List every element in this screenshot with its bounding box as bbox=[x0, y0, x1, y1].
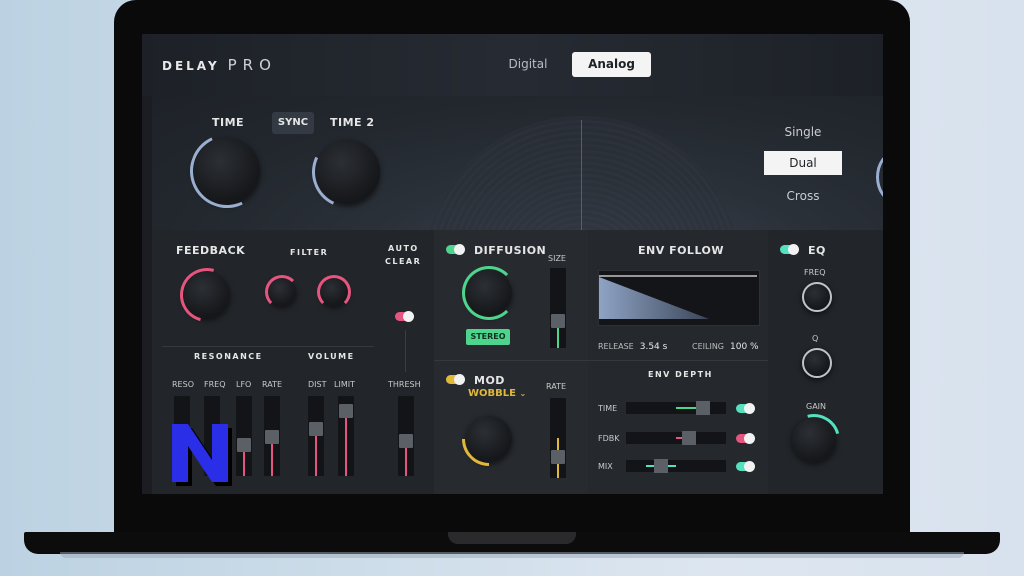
route-dual[interactable]: Dual bbox=[764, 151, 842, 175]
env-follow-title: ENV FOLLOW bbox=[638, 244, 725, 257]
time2-knob-arc bbox=[301, 125, 395, 219]
eq-section: EQ FREQ Q GAIN bbox=[768, 230, 883, 494]
auto-clear-label-1: AUTO bbox=[388, 244, 419, 253]
release-label: RELEASE bbox=[598, 342, 634, 351]
envelope-graph bbox=[598, 270, 760, 326]
auto-clear-connector bbox=[405, 330, 406, 372]
limit-fader[interactable] bbox=[338, 396, 354, 476]
eq-title: EQ bbox=[808, 244, 826, 257]
divider bbox=[588, 360, 768, 361]
sync-button[interactable]: SYNC bbox=[272, 112, 314, 134]
mod-title: MOD bbox=[474, 374, 505, 387]
size-fader[interactable] bbox=[550, 268, 566, 348]
stereo-button[interactable]: STEREO bbox=[466, 329, 510, 345]
fader-label-dist: DIST bbox=[308, 380, 327, 389]
control-panels: FEEDBACK FILTER AUTO CLEAR RESONANCE VOL… bbox=[152, 230, 883, 494]
delay-time-panel: TIME SYNC TIME 2 Single Dual Cross bbox=[152, 96, 883, 436]
fader-label-freq: FREQ bbox=[204, 380, 226, 389]
chevron-down-icon: ⌄ bbox=[519, 389, 527, 398]
eq-gain-label: GAIN bbox=[806, 402, 827, 411]
depth-label-fdbk: FDBK bbox=[598, 434, 620, 443]
mod-knob-arc bbox=[450, 400, 528, 478]
fader-label-reso: RESO bbox=[172, 380, 194, 389]
tab-analog[interactable]: Analog bbox=[572, 52, 651, 77]
depth-fdbk-slider[interactable] bbox=[626, 431, 726, 445]
laptop-shadow bbox=[60, 552, 964, 558]
envelope-curve bbox=[599, 275, 757, 319]
ceiling-value: 100 % bbox=[730, 342, 759, 352]
ceiling-readout[interactable]: CEILING 100 % bbox=[692, 342, 759, 352]
top-bar: DELAY PRO Digital Analog bbox=[142, 34, 883, 96]
fader-label-lfo: LFO bbox=[236, 380, 252, 389]
env-follow-section: ENV FOLLOW RELEASE 3.54 s CEILING 100 % EN… bbox=[588, 230, 768, 494]
depth-label-mix: MIX bbox=[598, 462, 613, 471]
eq-gain-arc bbox=[778, 404, 850, 476]
resonance-label: RESONANCE bbox=[194, 352, 263, 361]
release-readout[interactable]: RELEASE 3.54 s bbox=[598, 342, 667, 352]
ceiling-label: CEILING bbox=[692, 342, 724, 351]
thresh-fader[interactable] bbox=[398, 396, 414, 476]
logo-main: DELAY bbox=[162, 59, 220, 73]
eq-freq-knob[interactable] bbox=[802, 282, 832, 312]
depth-mix-toggle[interactable] bbox=[736, 461, 755, 472]
eq-toggle[interactable] bbox=[780, 244, 799, 255]
output-knob-partial[interactable] bbox=[876, 152, 883, 202]
eq-q-knob[interactable] bbox=[802, 348, 832, 378]
diffusion-title: DIFFUSION bbox=[474, 244, 547, 257]
filter-low-arc bbox=[265, 275, 299, 309]
depth-label-time: TIME bbox=[598, 404, 618, 413]
filter-high-arc bbox=[317, 275, 351, 309]
route-single[interactable]: Single bbox=[764, 120, 842, 144]
depth-time-slider[interactable] bbox=[626, 401, 726, 415]
size-label: SIZE bbox=[548, 254, 566, 263]
feedback-knob-arc bbox=[170, 258, 244, 332]
release-value: 3.54 s bbox=[639, 342, 668, 352]
fader-label-rate: RATE bbox=[262, 380, 283, 389]
route-cross[interactable]: Cross bbox=[764, 184, 842, 208]
diffusion-section: DIFFUSION SIZE STEREO MOD RATE WOBBLE ⌄ bbox=[434, 230, 588, 494]
logo-sub: PRO bbox=[227, 56, 277, 74]
dist-fader[interactable] bbox=[308, 396, 324, 476]
thresh-label: THRESH bbox=[388, 380, 421, 389]
diffusion-toggle[interactable] bbox=[446, 244, 465, 255]
rate-fader[interactable] bbox=[264, 396, 280, 476]
divider bbox=[434, 360, 588, 361]
rate-label: RATE bbox=[546, 382, 567, 391]
depth-mix-slider[interactable] bbox=[626, 459, 726, 473]
app-logo: DELAY PRO bbox=[162, 56, 277, 74]
eq-freq-label: FREQ bbox=[804, 268, 826, 277]
mod-shape-dropdown[interactable]: WOBBLE ⌄ bbox=[468, 388, 526, 399]
diffusion-knob-arc bbox=[462, 266, 516, 320]
mod-shape-value: WOBBLE bbox=[468, 388, 516, 399]
depth-fdbk-toggle[interactable] bbox=[736, 433, 755, 444]
feedback-title: FEEDBACK bbox=[176, 244, 246, 257]
n-letter-logo-icon bbox=[172, 424, 232, 486]
time-knob-arc bbox=[179, 123, 275, 219]
eq-q-label: Q bbox=[812, 334, 819, 343]
env-depth-title: ENV DEPTH bbox=[648, 370, 713, 379]
plugin-window: DELAY PRO Digital Analog TIME SYNC TIME 2… bbox=[142, 34, 883, 494]
filter-label: FILTER bbox=[290, 248, 329, 257]
divider bbox=[162, 346, 374, 347]
center-line bbox=[581, 120, 582, 230]
time2-label: TIME 2 bbox=[330, 116, 375, 129]
mod-toggle[interactable] bbox=[446, 374, 465, 385]
fader-label-limit: LIMIT bbox=[334, 380, 355, 389]
time-label: TIME bbox=[212, 116, 245, 129]
lfo-fader[interactable] bbox=[236, 396, 252, 476]
depth-time-toggle[interactable] bbox=[736, 403, 755, 414]
volume-label: VOLUME bbox=[308, 352, 355, 361]
auto-clear-label-2: CLEAR bbox=[385, 257, 422, 266]
auto-clear-toggle[interactable] bbox=[395, 311, 414, 322]
tab-digital[interactable]: Digital bbox=[498, 52, 558, 77]
rate-mod-fader[interactable] bbox=[550, 398, 566, 478]
laptop-notch bbox=[448, 532, 576, 544]
